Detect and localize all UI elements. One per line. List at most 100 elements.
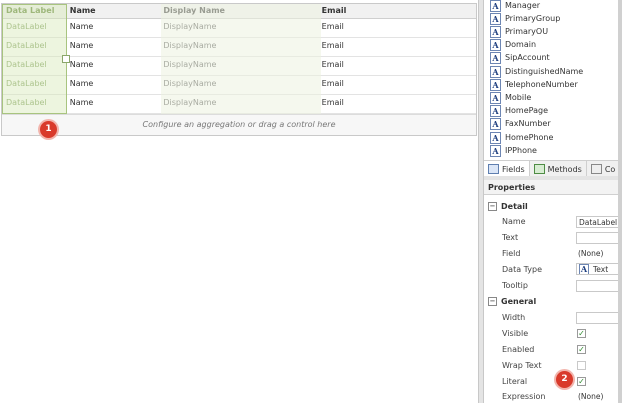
field-item-domain[interactable]: A Domain (490, 38, 536, 51)
collapse-icon[interactable]: − (488, 297, 497, 306)
text-field-icon: A (490, 12, 501, 25)
cell-data-label[interactable]: DataLabel (2, 38, 66, 56)
prop-wraptext-label: Wrap Text (502, 361, 542, 370)
enabled-checkbox[interactable]: ✓ (577, 345, 586, 354)
text-field-icon: A (490, 117, 501, 130)
aggregation-drop-zone[interactable]: Configure an aggregation or drag a contr… (2, 114, 476, 135)
cell-display-name[interactable]: DisplayName (159, 38, 317, 56)
cell-email[interactable]: Email (318, 38, 476, 56)
field-item-faxnumber[interactable]: A FaxNumber (490, 117, 551, 130)
prop-field-value[interactable]: (None) (576, 248, 622, 260)
cell-display-name[interactable]: DisplayName (159, 76, 317, 94)
cell-name[interactable]: Name (66, 19, 160, 37)
fields-list: A Manager A PrimaryGroup A PrimaryOU A Domai… (484, 0, 622, 160)
cell-name[interactable]: Name (66, 76, 160, 94)
prop-expression-value[interactable]: (None) (576, 391, 622, 403)
text-field-icon: A (490, 51, 501, 64)
section-detail[interactable]: − Detail (488, 200, 528, 213)
field-label: Domain (505, 40, 537, 49)
field-item-primaryou[interactable]: A PrimaryOU (490, 25, 548, 38)
field-label: HomePhone (505, 133, 554, 142)
text-field-icon: A (490, 38, 501, 51)
cell-data-label[interactable]: DataLabel (2, 19, 66, 37)
cell-email[interactable]: Email (318, 95, 476, 113)
tab-controls[interactable]: Co (587, 161, 621, 177)
prop-width-label: Width (502, 313, 526, 322)
prop-name-label: Name (502, 217, 526, 226)
table-row: DataLabel Name DisplayName Email (2, 95, 476, 114)
scrollbar[interactable] (618, 0, 622, 403)
field-item-manager[interactable]: A Manager (490, 0, 540, 12)
cell-name[interactable]: Name (66, 57, 160, 75)
field-label: HomePage (505, 106, 548, 115)
field-item-homepage[interactable]: A HomePage (490, 104, 548, 117)
text-field-icon: A (490, 0, 501, 12)
tab-fields[interactable]: Fields (484, 161, 530, 177)
callout-badge-1: 1 (40, 121, 57, 138)
cell-data-label[interactable]: DataLabel (2, 95, 66, 113)
field-item-ipphone[interactable]: A IPPhone (490, 144, 537, 157)
wraptext-checkbox[interactable] (577, 361, 586, 370)
text-field-icon: A (490, 65, 501, 78)
field-item-mobile[interactable]: A Mobile (490, 91, 531, 104)
header-name[interactable]: Name (66, 4, 160, 18)
field-label: Mobile (505, 93, 532, 102)
section-general[interactable]: − General (488, 295, 536, 308)
prop-expression-label: Expression (502, 392, 546, 401)
prop-enabled-label: Enabled (502, 345, 535, 354)
grid-header-row: Data Label Name Display Name Email (2, 4, 476, 19)
field-label: Manager (505, 1, 541, 10)
right-panel: A Manager A PrimaryGroup A PrimaryOU A Domai… (484, 0, 622, 403)
field-item-sipaccount[interactable]: A SipAccount (490, 51, 550, 64)
table-row: DataLabel Name DisplayName Email (2, 76, 476, 95)
tab-controls-label: Co (604, 164, 616, 174)
prop-tooltip-field[interactable] (576, 280, 622, 292)
prop-visible-label: Visible (502, 329, 529, 338)
prop-name-field[interactable]: DataLabel (576, 216, 622, 228)
section-general-label: General (501, 297, 537, 306)
text-type-icon: A (579, 263, 589, 274)
prop-datatype-value: Text (593, 264, 609, 274)
prop-datatype-field[interactable]: A Text (576, 263, 622, 275)
cell-display-name[interactable]: DisplayName (159, 57, 317, 75)
field-item-primarygroup[interactable]: A PrimaryGroup (490, 12, 560, 25)
table-row: DataLabel Name DisplayName Email (2, 57, 476, 76)
text-field-icon: A (490, 131, 501, 144)
tab-fields-label: Fields (502, 164, 525, 174)
field-label: DistinguishedName (505, 67, 584, 76)
collapse-icon[interactable]: − (488, 202, 497, 211)
visible-checkbox[interactable]: ✓ (577, 329, 586, 338)
cell-name[interactable]: Name (66, 95, 160, 113)
text-field-icon: A (490, 25, 501, 38)
field-item-distinguishedname[interactable]: A DistinguishedName (490, 65, 583, 78)
prop-field-label: Field (502, 249, 521, 258)
cell-name[interactable]: Name (66, 38, 160, 56)
data-grid[interactable]: Data Label Name Display Name Email DataL… (1, 3, 477, 136)
text-field-icon: A (490, 91, 501, 104)
methods-icon (533, 164, 545, 174)
cell-email[interactable]: Email (318, 57, 476, 75)
cell-display-name[interactable]: DisplayName (159, 19, 317, 37)
prop-literal-label: Literal (502, 377, 528, 386)
fields-icon (488, 164, 499, 174)
cell-display-name[interactable]: DisplayName (159, 95, 317, 113)
cell-email[interactable]: Email (318, 19, 476, 37)
prop-width-field[interactable] (576, 312, 622, 324)
field-item-homephone[interactable]: A HomePhone (490, 131, 553, 144)
cell-data-label[interactable]: DataLabel (2, 57, 66, 75)
form-designer: Data Label Name Display Name Email DataL… (0, 0, 478, 403)
prop-text-field[interactable] (576, 232, 622, 244)
header-data-label[interactable]: Data Label (2, 4, 66, 18)
header-display-name[interactable]: Display Name (159, 4, 317, 18)
text-field-icon: A (490, 104, 501, 117)
field-item-telephonenumber[interactable]: A TelephoneNumber (490, 78, 578, 91)
header-email[interactable]: Email (318, 4, 476, 18)
table-row: DataLabel Name DisplayName Email (2, 19, 476, 38)
callout-badge-2: 2 (556, 371, 573, 388)
resize-handle[interactable] (62, 55, 70, 63)
cell-data-label[interactable]: DataLabel (2, 76, 66, 94)
literal-checkbox[interactable]: ✓ (577, 377, 586, 386)
cell-email[interactable]: Email (318, 76, 476, 94)
field-label: IPPhone (505, 146, 537, 155)
tab-methods[interactable]: Methods (530, 161, 587, 177)
